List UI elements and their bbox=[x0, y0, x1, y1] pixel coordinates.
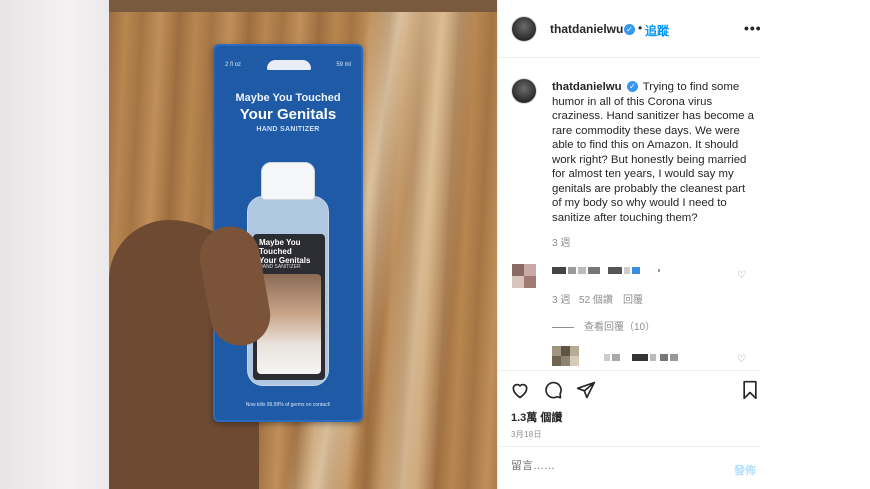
verified-badge-icon: ✓ bbox=[624, 24, 635, 35]
label-line1: Maybe You bbox=[259, 238, 301, 247]
view-replies[interactable]: 查看回覆（10） bbox=[552, 318, 655, 333]
instagram-post-page: 2 fl oz 59 ml Maybe You Touched Your Gen… bbox=[0, 0, 870, 489]
header-username[interactable]: thatdanielwu bbox=[550, 22, 623, 36]
caption-avatar[interactable] bbox=[511, 78, 537, 104]
comment-like-icon[interactable]: ♡ bbox=[737, 270, 746, 281]
package-title-line2: Your Genitals bbox=[239, 106, 337, 123]
label-line2: Touched bbox=[259, 247, 292, 256]
avatar[interactable] bbox=[511, 16, 537, 42]
comment-row: ♡ bbox=[512, 264, 752, 292]
size-oz: 2 fl oz bbox=[225, 62, 242, 68]
post-header: thatdanielwu ✓ • 追蹤 ••• bbox=[498, 0, 761, 58]
comment-avatar[interactable] bbox=[552, 346, 579, 372]
comment-avatar[interactable] bbox=[512, 264, 538, 290]
comment-likes[interactable]: 52 個讚 bbox=[579, 291, 613, 306]
view-replies-label[interactable]: 查看回覆（10） bbox=[584, 322, 655, 333]
caption-time[interactable]: 3 週 bbox=[552, 234, 570, 249]
post-comment-button[interactable]: 發佈 bbox=[734, 462, 756, 478]
package-subtitle: HAND SANITIZER bbox=[256, 126, 320, 133]
post-date[interactable]: 3月18日 bbox=[511, 429, 542, 440]
share-icon[interactable] bbox=[576, 380, 596, 400]
likes-count[interactable]: 1.3萬 個讚 bbox=[511, 409, 562, 425]
caption-text: Trying to find some humor in all of this… bbox=[552, 81, 754, 224]
add-comment-section: 發佈 bbox=[498, 446, 761, 489]
comment-icon[interactable] bbox=[543, 380, 563, 400]
comment-time[interactable]: 3 週 bbox=[552, 291, 570, 306]
heart-icon[interactable] bbox=[510, 380, 530, 400]
separator-dot: • bbox=[638, 21, 643, 35]
size-ml: 59 ml bbox=[336, 62, 351, 68]
post-caption: thatdanielwu ✓ Trying to find some humor… bbox=[552, 80, 757, 225]
label-subtitle: HAND SANITIZER bbox=[259, 264, 301, 270]
package-title-line1: Maybe You Touched bbox=[235, 92, 341, 104]
package-hang-tab bbox=[267, 60, 311, 70]
bookmark-icon[interactable] bbox=[740, 380, 760, 400]
bottle-cap bbox=[261, 162, 315, 200]
page-margin bbox=[760, 0, 870, 489]
follow-button[interactable]: 追蹤 bbox=[645, 22, 669, 39]
background-blur bbox=[0, 0, 109, 489]
comment-like-icon[interactable]: ♡ bbox=[737, 354, 746, 365]
image-top-strip bbox=[109, 0, 497, 12]
caption-verified-icon: ✓ bbox=[626, 81, 638, 93]
comment-reply-button[interactable]: 回覆 bbox=[623, 291, 643, 306]
caption-username[interactable]: thatdanielwu bbox=[552, 81, 622, 93]
replies-line bbox=[552, 326, 574, 328]
bottle-label-title: Maybe You Touched Your Genitals bbox=[259, 238, 310, 265]
post-sidebar: thatdanielwu ✓ • 追蹤 ••• thatdanielwu ✓ T… bbox=[497, 0, 761, 489]
comment-input[interactable] bbox=[511, 460, 711, 472]
action-bar: 1.3萬 個讚 3月18日 bbox=[498, 370, 761, 440]
package-footer: Now kills 99.99% of germs on contact! bbox=[245, 402, 331, 408]
post-image[interactable]: 2 fl oz 59 ml Maybe You Touched Your Gen… bbox=[109, 0, 497, 489]
